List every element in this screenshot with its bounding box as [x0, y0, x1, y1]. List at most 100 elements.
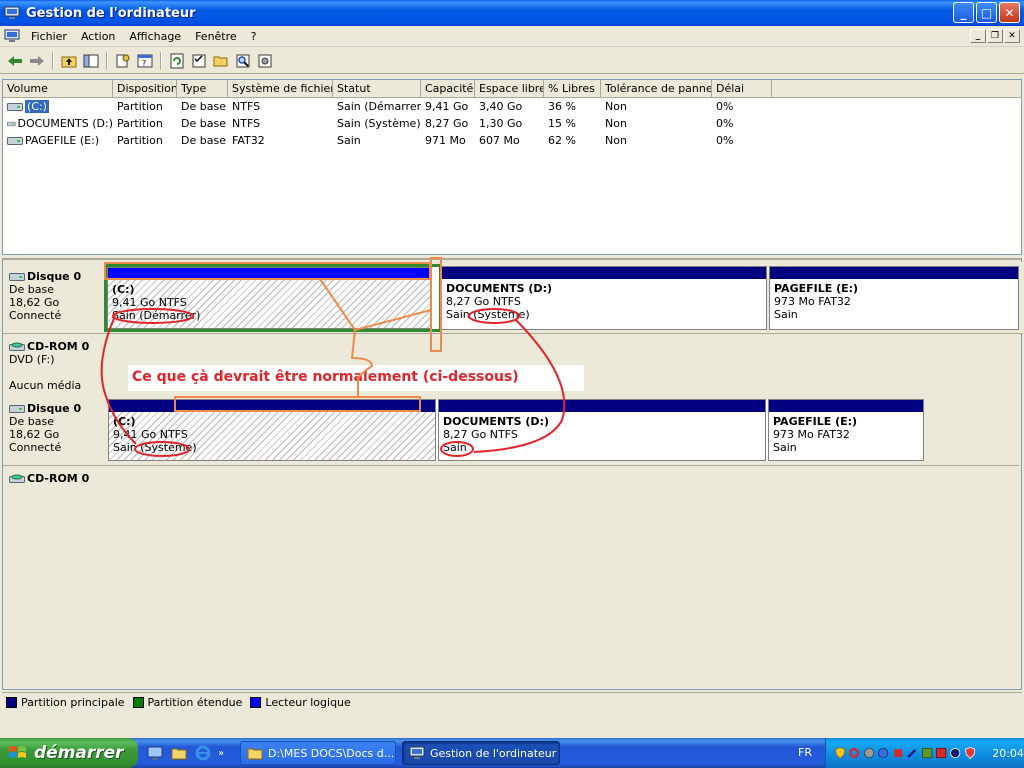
taskbar-item-label: D:\MES DOCS\Docs d... — [268, 746, 395, 760]
column-header-percent-free[interactable]: % Libres — [544, 80, 601, 98]
partition-size: 9,41 Go NTFS — [112, 296, 187, 309]
folder-icon — [247, 748, 263, 760]
cell-percent-free: 36 % — [548, 100, 576, 113]
monitor-icon[interactable] — [949, 745, 961, 761]
start-button[interactable]: démarrer — [0, 738, 138, 768]
column-header-fault-tolerance[interactable]: Tolérance de pannes — [601, 80, 712, 98]
cdrom-name: CD-ROM 0 — [27, 340, 90, 353]
taskbar-item-computer-management[interactable]: Gestion de l'ordinateur — [402, 741, 560, 765]
taskbar-item-explorer[interactable]: D:\MES DOCS\Docs d... — [240, 741, 396, 765]
shield-icon[interactable] — [964, 745, 976, 761]
cdrom-0-label[interactable]: CD-ROM 0 DVD (F:) Aucun média — [9, 340, 89, 392]
clock[interactable]: 20:04 — [992, 747, 1024, 760]
table-row[interactable]: PAGEFILE (E:) Partition De base FAT32 Sa… — [3, 132, 1021, 149]
show-hide-tree-button[interactable] — [80, 50, 102, 72]
cdrom-0-second-label[interactable]: CD-ROM 0 — [9, 472, 89, 488]
internet-explorer-icon[interactable] — [194, 744, 212, 762]
column-header-filesystem[interactable]: Système de fichiers — [228, 80, 333, 98]
column-header-volume[interactable]: Volume — [3, 80, 113, 98]
settings-button[interactable] — [254, 50, 276, 72]
menu-affichage[interactable]: Affichage — [122, 30, 188, 43]
menu-help[interactable]: ? — [244, 30, 264, 43]
puzzle-icon[interactable] — [892, 745, 904, 761]
toolbar-separator — [52, 51, 54, 70]
partition-e[interactable]: PAGEFILE (E:) 973 Mo FAT32 Sain — [769, 266, 1019, 330]
tools-icon[interactable] — [906, 745, 918, 761]
disk-0-expected-label[interactable]: Disque 0 De base 18,62 Go Connecté — [9, 402, 81, 454]
menu-fichier[interactable]: Fichier — [24, 30, 74, 43]
extended-partition: (C:) 9,41 Go NTFS Sain (Démarrer) — [104, 264, 442, 332]
disk-size: 18,62 Go — [9, 428, 60, 441]
show-desktop-icon[interactable] — [146, 744, 164, 762]
start-label: démarrer — [34, 743, 124, 763]
minimize-button[interactable]: _ — [953, 2, 974, 23]
mdi-minimize-button[interactable]: _ — [970, 29, 986, 43]
partition-c[interactable]: (C:) 9,41 Go NTFS Sain (Démarrer) — [107, 267, 431, 329]
disk-0-expected-partitions: (C:) 9,41 Go NTFS Sain (Système) DOCUMEN… — [108, 399, 924, 461]
cell-free-space: 1,30 Go — [479, 117, 523, 130]
table-row[interactable]: DOCUMENTS (D:) Partition De base NTFS Sa… — [3, 115, 1021, 132]
red-swirl-icon[interactable] — [848, 745, 860, 761]
legend-swatch-logical — [250, 697, 262, 708]
disk-state: Connecté — [9, 309, 62, 322]
antivirus-icon[interactable] — [877, 745, 889, 761]
up-folder-button[interactable] — [58, 50, 80, 72]
column-header-disposition[interactable]: Disposition — [113, 80, 177, 98]
mdi-restore-button[interactable]: ❐ — [987, 29, 1003, 43]
properties-button[interactable] — [112, 50, 134, 72]
mdi-window-icon[interactable] — [4, 29, 20, 43]
primary-partition-bar — [439, 400, 765, 412]
partition-e-expected[interactable]: PAGEFILE (E:) 973 Mo FAT32 Sain — [768, 399, 924, 461]
partition-status: Sain (Système) — [446, 308, 530, 321]
disk-properties-button[interactable] — [188, 50, 210, 72]
open-folder-button[interactable] — [210, 50, 232, 72]
maximize-button[interactable]: □ — [976, 2, 997, 23]
security-shield-icon[interactable] — [834, 745, 846, 761]
partition-d-expected[interactable]: DOCUMENTS (D:) 8,27 Go NTFS Sain — [438, 399, 766, 461]
cell-type: De base — [181, 100, 226, 113]
cell-percent-free: 15 % — [548, 117, 576, 130]
column-header-status[interactable]: Statut — [333, 80, 421, 98]
partition-name: DOCUMENTS (D:) — [443, 415, 549, 428]
legend: Partition principale Partition étendue L… — [2, 692, 1022, 712]
quick-launch-more-icon[interactable]: » — [218, 748, 224, 759]
back-button[interactable] — [4, 50, 26, 72]
menu-action[interactable]: Action — [74, 30, 122, 43]
partition-c-expected[interactable]: (C:) 9,41 Go NTFS Sain (Système) — [108, 399, 436, 461]
language-indicator[interactable]: FR — [798, 746, 812, 759]
forward-button[interactable] — [26, 50, 48, 72]
cell-type: De base — [181, 134, 226, 147]
column-header-capacity[interactable]: Capacité — [421, 80, 475, 98]
help-button[interactable]: ? — [134, 50, 156, 72]
volume-list-header: Volume Disposition Type Système de fichi… — [3, 80, 1021, 98]
app-tray-icon[interactable] — [921, 745, 933, 761]
volume-name: DOCUMENTS (D:) — [17, 117, 114, 130]
menu-fenetre[interactable]: Fenêtre — [188, 30, 244, 43]
cell-disposition: Partition — [117, 117, 163, 130]
disk-size: 18,62 Go — [9, 296, 60, 309]
column-header-overhead[interactable]: Délai — [712, 80, 772, 98]
disk-0-label[interactable]: Disque 0 De base 18,62 Go Connecté — [9, 270, 81, 322]
refresh-icon — [170, 53, 184, 68]
cell-type: De base — [181, 117, 226, 130]
partition-name: PAGEFILE (E:) — [773, 415, 858, 428]
table-row[interactable]: (C:) Partition De base NTFS Sain (Démarr… — [3, 98, 1021, 115]
search-button[interactable] — [232, 50, 254, 72]
cell-overhead: 0% — [716, 117, 734, 130]
disk-icon — [9, 404, 25, 413]
title-bar[interactable]: Gestion de l'ordinateur _ □ ✕ — [0, 0, 1024, 26]
mdi-close-button[interactable]: ✕ — [1004, 29, 1020, 43]
taskbar: démarrer » D:\MES DOCS\Docs d... Gestion… — [0, 738, 1024, 768]
cell-overhead: 0% — [716, 100, 734, 113]
folder-icon[interactable] — [170, 744, 188, 762]
window-title: Gestion de l'ordinateur — [26, 5, 196, 21]
cell-disposition: Partition — [117, 100, 163, 113]
refresh-button[interactable] — [166, 50, 188, 72]
legend-label-logical: Lecteur logique — [265, 696, 351, 709]
alert-icon[interactable] — [935, 745, 947, 761]
partition-d[interactable]: DOCUMENTS (D:) 8,27 Go NTFS Sain (Systèm… — [441, 266, 767, 330]
close-button[interactable]: ✕ — [999, 2, 1020, 23]
network-globe-icon[interactable] — [863, 745, 875, 761]
column-header-free-space[interactable]: Espace libre — [475, 80, 544, 98]
column-header-type[interactable]: Type — [177, 80, 228, 98]
